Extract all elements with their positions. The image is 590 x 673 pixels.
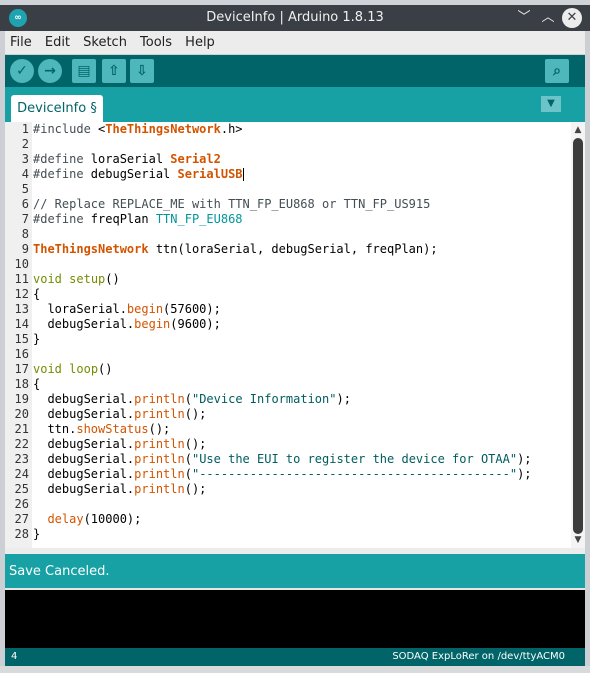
code-line[interactable]: #define debugSerial SerialUSB <box>33 167 244 182</box>
line-number: 11 <box>14 272 29 286</box>
code-line[interactable]: #define freqPlan TTN_FP_EU868 <box>33 212 243 227</box>
code-line[interactable]: debugSerial.println(); <box>33 437 206 452</box>
menu-tools[interactable]: Tools <box>137 32 175 54</box>
line-number: 7 <box>21 212 29 226</box>
menu-sketch[interactable]: Sketch <box>80 32 130 54</box>
code-editor[interactable]: 1 2 3 4 5 6 7 8 9 10 11 12 13 14 15 16 17 18 19 20 21 22 23 24 2… <box>5 122 585 548</box>
minimize-button[interactable]: ﹀ <box>514 8 534 28</box>
output-console[interactable] <box>5 588 585 648</box>
code-line[interactable]: { <box>33 287 40 302</box>
code-line[interactable]: delay(10000); <box>33 512 141 527</box>
close-icon: ✕ <box>566 10 578 25</box>
line-number-gutter: 1 2 3 4 5 6 7 8 9 10 11 12 13 14 15 16 17 18 19 20 21 22 23 24 2… <box>5 122 32 548</box>
status-bar: Save Canceled. <box>5 554 585 588</box>
line-number: 6 <box>21 197 29 211</box>
line-number: 15 <box>14 332 29 346</box>
chevron-up-icon: ︿ <box>541 10 555 25</box>
arrow-down-icon: ⇩ <box>136 63 148 79</box>
tab-menu-button[interactable]: ▼ <box>541 96 561 112</box>
maximize-button[interactable]: ︿ <box>538 8 558 28</box>
open-sketch-button[interactable]: ⇧ <box>102 59 126 83</box>
code-line[interactable]: debugSerial.println(); <box>33 482 206 497</box>
line-number: 17 <box>14 362 29 376</box>
line-number: 16 <box>14 347 29 361</box>
status-message: Save Canceled. <box>9 564 110 579</box>
line-number: 18 <box>14 377 29 391</box>
arrow-right-icon: → <box>44 63 56 79</box>
serial-monitor-button[interactable]: ⌕ <box>545 59 569 83</box>
desktop-background-right <box>585 30 590 673</box>
code-line[interactable]: debugSerial.println("Use the EUI to regi… <box>33 452 531 467</box>
tab-bar: DeviceInfo § ▼ <box>5 87 585 122</box>
line-number: 23 <box>14 452 29 466</box>
line-number: 20 <box>14 407 29 421</box>
menu-file[interactable]: File <box>7 32 35 54</box>
menu-bar: File Edit Sketch Tools Help <box>5 31 585 55</box>
line-number: 26 <box>14 497 29 511</box>
code-line[interactable]: debugSerial.println("-------------------… <box>33 467 531 482</box>
line-number: 4 <box>21 167 29 181</box>
line-number: 10 <box>14 257 29 271</box>
code-line[interactable]: // Replace REPLACE_ME with TTN_FP_EU868 … <box>33 197 430 212</box>
close-button[interactable]: ✕ <box>562 8 582 28</box>
line-number: 8 <box>21 227 29 241</box>
scroll-down-icon[interactable]: ▼ <box>571 534 585 546</box>
window-title: DeviceInfo | Arduino 1.8.13 <box>206 10 384 25</box>
checkmark-icon: ✓ <box>16 63 28 79</box>
line-number: 12 <box>14 287 29 301</box>
line-number: 13 <box>14 302 29 316</box>
title-bar[interactable]: ∞ DeviceInfo | Arduino 1.8.13 ﹀ ︿ ✕ <box>0 5 590 31</box>
magnifier-icon: ⌕ <box>553 63 561 79</box>
code-line[interactable]: void loop() <box>33 362 113 377</box>
line-indicator: 4 <box>11 651 18 662</box>
line-number: 14 <box>14 317 29 331</box>
menu-edit[interactable]: Edit <box>42 32 73 54</box>
line-number: 27 <box>14 512 29 526</box>
code-line[interactable]: #define loraSerial Serial2 <box>33 152 221 167</box>
arduino-ide-window: ∞ DeviceInfo | Arduino 1.8.13 ﹀ ︿ ✕ File… <box>0 0 590 673</box>
upload-button[interactable]: → <box>38 59 62 83</box>
line-number: 1 <box>21 122 29 136</box>
tab-deviceinfo[interactable]: DeviceInfo § <box>11 95 103 122</box>
code-line[interactable]: } <box>33 332 40 347</box>
new-sketch-button[interactable]: ▤ <box>72 59 96 83</box>
arrow-up-icon: ⇧ <box>108 63 120 79</box>
code-line[interactable]: loraSerial.begin(57600); <box>33 302 220 317</box>
code-line[interactable]: void setup() <box>33 272 120 287</box>
code-line[interactable]: TheThingsNetwork ttn(loraSerial, debugSe… <box>33 242 438 257</box>
desktop-background-bottom <box>0 666 590 673</box>
code-line[interactable]: debugSerial.begin(9600); <box>33 317 220 332</box>
line-number: 24 <box>14 467 29 481</box>
code-line[interactable]: #include <TheThingsNetwork.h> <box>33 122 243 137</box>
chevron-down-icon: ▼ <box>547 98 555 109</box>
footer-bar: 4 SODAQ ExpLoRer on /dev/ttyACM0 <box>5 648 585 666</box>
code-line[interactable]: } <box>33 527 40 542</box>
vertical-scrollbar[interactable]: ▲ ▼ <box>571 122 585 548</box>
line-number: 2 <box>21 137 29 151</box>
scroll-up-icon[interactable]: ▲ <box>571 124 585 136</box>
verify-button[interactable]: ✓ <box>10 59 34 83</box>
line-number: 3 <box>21 152 29 166</box>
code-line[interactable]: ttn.showStatus(); <box>33 422 170 437</box>
menu-help[interactable]: Help <box>182 32 218 54</box>
code-line[interactable]: debugSerial.println("Device Information"… <box>33 392 350 407</box>
code-line[interactable]: { <box>33 377 40 392</box>
line-number: 19 <box>14 392 29 406</box>
line-number: 21 <box>14 422 29 436</box>
text-cursor <box>242 168 244 181</box>
scrollbar-thumb[interactable] <box>573 138 583 534</box>
line-number: 5 <box>21 182 29 196</box>
save-sketch-button[interactable]: ⇩ <box>130 59 154 83</box>
code-line[interactable]: debugSerial.println(); <box>33 407 206 422</box>
line-number: 9 <box>21 242 29 256</box>
board-port-label: SODAQ ExpLoRer on /dev/ttyACM0 <box>392 651 565 662</box>
new-file-icon: ▤ <box>77 63 91 79</box>
line-number: 25 <box>14 482 29 496</box>
line-number: 28 <box>14 527 29 541</box>
line-number: 22 <box>14 437 29 451</box>
toolbar: ✓ → ▤ ⇧ ⇩ ⌕ <box>5 55 585 87</box>
chevron-down-icon: ﹀ <box>517 10 531 25</box>
